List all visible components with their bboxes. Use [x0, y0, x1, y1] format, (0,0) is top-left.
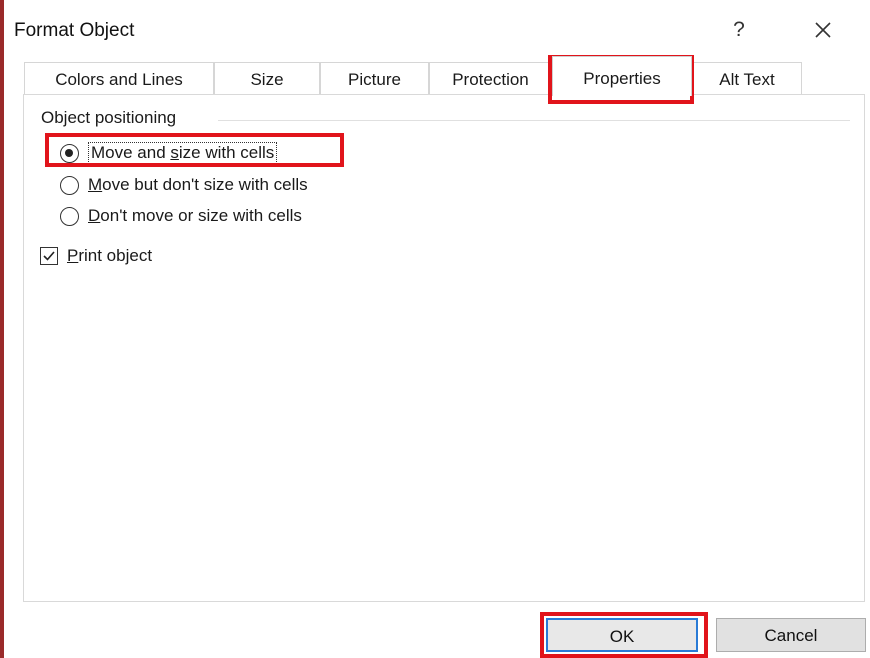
radio-move-and-size-label: Move and size with cells	[88, 142, 278, 164]
properties-panel	[23, 94, 865, 602]
radio-selected-icon[interactable]	[60, 143, 79, 163]
tab-colors-and-lines[interactable]: Colors and Lines	[24, 62, 214, 94]
group-divider	[218, 120, 850, 121]
dialog-title: Format Object	[14, 20, 135, 41]
close-button[interactable]	[806, 14, 840, 46]
tab-size[interactable]: Size	[214, 62, 320, 94]
radio-unselected-icon[interactable]	[60, 175, 79, 195]
radio-dont-move-or-size-label: Don't move or size with cells	[88, 206, 302, 225]
print-object-checkbox[interactable]	[40, 247, 58, 265]
tab-properties[interactable]: Properties	[552, 56, 692, 96]
print-object-label: Print object	[67, 246, 153, 265]
help-button[interactable]: ?	[727, 16, 751, 44]
cancel-button[interactable]: Cancel	[716, 618, 866, 652]
print-object-checkbox-row[interactable]: Print object	[40, 244, 152, 268]
tab-picture[interactable]: Picture	[320, 62, 429, 94]
radio-unselected-icon[interactable]	[60, 206, 79, 226]
object-positioning-label: Object positioning	[41, 108, 181, 128]
close-icon	[815, 22, 831, 38]
check-mark-icon	[43, 251, 55, 261]
radio-dont-move-or-size[interactable]: Don't move or size with cells	[60, 204, 302, 228]
radio-move-and-size[interactable]: Move and size with cells	[60, 141, 278, 165]
ok-button[interactable]: OK	[546, 618, 698, 652]
radio-move-dont-size-label: Move but don't size with cells	[88, 175, 308, 194]
tab-protection[interactable]: Protection	[429, 62, 552, 94]
radio-move-dont-size[interactable]: Move but don't size with cells	[60, 173, 308, 197]
tab-alt-text[interactable]: Alt Text	[692, 62, 802, 94]
window-left-edge	[0, 0, 4, 658]
